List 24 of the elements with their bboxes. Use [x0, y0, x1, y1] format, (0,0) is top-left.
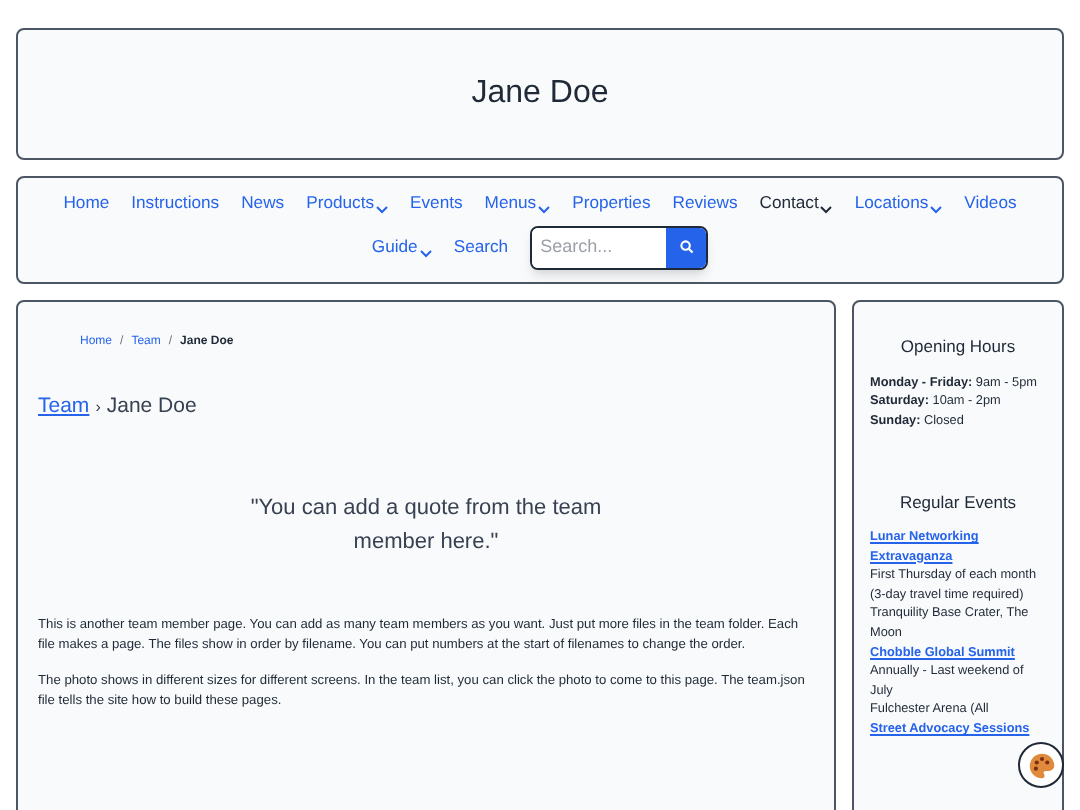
section-heading: Regular Events — [897, 494, 1019, 514]
nav-link[interactable]: Search — [453, 234, 509, 261]
nav-link[interactable]: Guide — [371, 234, 432, 261]
nav-link[interactable]: Events — [410, 190, 463, 216]
nav-link[interactable]: Locations — [854, 190, 943, 216]
trail-separator: › — [95, 396, 101, 420]
nav-link[interactable]: Reviews — [672, 190, 738, 216]
page-heading: Jane Doe — [106, 392, 197, 422]
section-heading: Opening Hours — [898, 338, 1018, 358]
search-button[interactable] — [666, 227, 707, 268]
site-title: Jane Doe — [471, 74, 609, 114]
nav-link[interactable]: Instructions — [131, 190, 220, 216]
nav-link[interactable]: Menus — [484, 190, 551, 216]
nav-link[interactable]: Videos — [964, 190, 1017, 216]
search-icon — [679, 240, 694, 255]
nav-link[interactable]: Properties — [572, 190, 651, 216]
search-field[interactable]: Search... — [530, 225, 709, 270]
palette-icon — [1027, 751, 1055, 779]
nav-link[interactable]: Home — [63, 190, 110, 216]
nav-link[interactable]: Products — [306, 190, 389, 216]
team-link[interactable]: Team — [38, 392, 90, 424]
quote-text: "You can add a quote from the team member here." — [248, 493, 604, 558]
nav-link[interactable]: Contact — [759, 190, 833, 216]
nav-link[interactable]: News — [241, 190, 285, 216]
